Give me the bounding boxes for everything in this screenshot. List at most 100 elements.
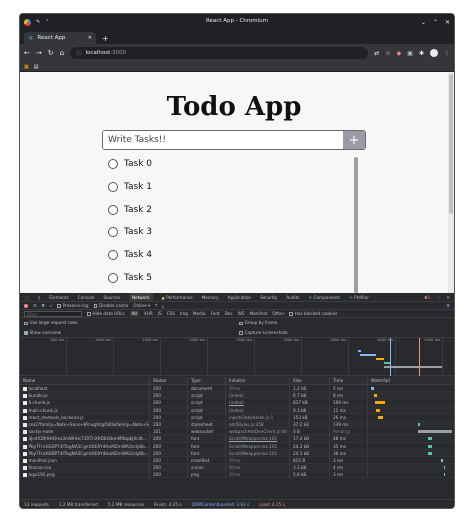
task-checkbox-icon[interactable] (108, 227, 118, 238)
table-row[interactable]: sockjs-node 101 websocket webpackHotDevClie… (20, 428, 454, 436)
new-tab-icon[interactable]: + (102, 34, 109, 43)
group-by-frame-checkbox[interactable]: Group by frame (239, 320, 454, 325)
filter-xhr[interactable]: XHR (144, 311, 153, 316)
capture-screenshots-checkbox[interactable]: Capture screenshots (239, 330, 454, 335)
device-toggle-icon[interactable]: ▯ (38, 295, 40, 300)
table-row[interactable]: PbyTFmXiEBPT4ITbgNA5CgmOtE9YdHuMZmWAOcdy… (20, 442, 454, 450)
tab-react-app[interactable]: ⚛ React App ✕ (24, 32, 96, 44)
col-name[interactable]: Name (20, 377, 150, 384)
network-overview[interactable]: 500 ms 1000 ms 1500 ms 2000 ms 2500 ms 3… (20, 338, 454, 376)
tab-components[interactable]: ⚛ Components (308, 295, 340, 300)
translate-icon[interactable]: ⇄ (374, 50, 379, 57)
col-size[interactable]: Size (290, 377, 330, 384)
profile-avatar[interactable] (430, 49, 438, 57)
tab-close-icon[interactable]: ✕ (88, 35, 92, 41)
filter-other[interactable]: Other (272, 311, 284, 316)
page-scroll-thumb[interactable] (449, 74, 453, 214)
tab-audits[interactable]: Audits (286, 295, 299, 300)
large-rows-checkbox[interactable]: Use large request rows (24, 320, 239, 325)
task-checkbox-icon[interactable] (108, 182, 118, 193)
tab-profiler[interactable]: ⚛ Profiler (349, 295, 369, 300)
tab-security[interactable]: Security (260, 295, 277, 300)
col-type[interactable]: Type (188, 377, 226, 384)
tab-network[interactable]: Network (129, 292, 153, 302)
table-row[interactable]: react_devtools_backend.js 200 script inject… (20, 413, 454, 421)
bookmark-star-icon[interactable]: ☆ (385, 50, 390, 57)
tab-application[interactable]: Application (228, 295, 251, 300)
home-icon[interactable]: ⌂ (60, 49, 64, 57)
show-overview-checkbox[interactable]: Show overview (24, 330, 239, 335)
forward-icon[interactable]: → (36, 49, 42, 57)
table-row[interactable]: localhost 200 document Other 1.2 kB 5 ms (20, 385, 454, 393)
clear-icon[interactable]: ⊘ (33, 303, 37, 308)
filter-ws[interactable]: WS (238, 311, 245, 316)
tab-memory[interactable]: Memory (202, 295, 219, 300)
filter-manifest[interactable]: Manifest (250, 311, 268, 316)
filter-js[interactable]: JS (158, 311, 162, 316)
row-initiator[interactable]: webpackHotDevClient.js:60 (226, 428, 290, 435)
filter-doc[interactable]: Doc (225, 311, 233, 316)
row-initiator[interactable]: injectGlobalHook.js:1 (226, 413, 290, 420)
filter-css[interactable]: CSS (167, 311, 175, 316)
add-task-button[interactable]: + (343, 131, 365, 149)
row-initiator[interactable]: (index) (226, 406, 290, 413)
tab-sources[interactable]: Sources (103, 295, 120, 300)
task-checkbox-icon[interactable] (108, 272, 118, 283)
blocked-cookies-checkbox[interactable]: Has blocked cookies (289, 311, 337, 316)
site-info-icon[interactable]: ⓘ (76, 49, 82, 57)
row-initiator[interactable]: (index) (226, 399, 290, 406)
table-row[interactable]: bundle.js 200 script (index) 6.7 kB 8 ms (20, 392, 454, 400)
table-row[interactable]: favicon.ico 200 x-icon Other 3.3 kB 4 ms (20, 464, 454, 472)
preserve-log-checkbox[interactable]: Preserve log (57, 303, 89, 308)
filter-input[interactable]: Filter (24, 310, 82, 317)
col-initiator[interactable]: Initiator (226, 377, 290, 384)
page-scrollbar[interactable] (448, 72, 454, 293)
hide-data-urls-checkbox[interactable]: Hide data URLs (87, 311, 125, 316)
filter-font[interactable]: Font (211, 311, 220, 316)
apps-grid-icon[interactable]: ▦ (24, 64, 29, 70)
row-initiator[interactable]: Scroll/Weapper.tsx:101 (226, 435, 290, 442)
reload-icon[interactable]: ↻ (48, 49, 54, 57)
extension-2-icon[interactable]: ▣ (407, 50, 413, 57)
col-waterfall[interactable]: Waterfall (368, 377, 454, 384)
list-item[interactable]: Task 4 (102, 244, 358, 267)
task-checkbox-icon[interactable] (108, 204, 118, 215)
task-list-scrollbar[interactable] (353, 153, 359, 293)
task-checkbox-icon[interactable] (108, 159, 118, 170)
bookmark-folder-icon[interactable]: ▤ (34, 64, 39, 70)
table-row[interactable]: main.chunk.js 200 script (index) 9.3 kB 11 ms (20, 406, 454, 414)
row-initiator[interactable]: Scroll/Weapper.tsx:101 (226, 442, 290, 449)
list-item[interactable]: Task 1 (102, 176, 358, 199)
extensions-puzzle-icon[interactable]: ✱ (419, 50, 424, 57)
menu-kebab-icon[interactable]: ⋮ (444, 50, 450, 57)
table-row[interactable]: PbyTFmXiEBPT4ITbgNA5CgmOtE9YdHuMZmWAOcdy… (20, 449, 454, 457)
tab-elements[interactable]: Elements (49, 295, 69, 300)
list-item[interactable]: Task 2 (102, 198, 358, 221)
address-bar[interactable]: ⓘ localhost:3000 (70, 47, 369, 59)
export-icon[interactable]: ⤓ (162, 303, 164, 308)
col-time[interactable]: Time (330, 377, 368, 384)
filter-img[interactable]: Img (180, 311, 188, 316)
table-row[interactable]: logo192.png 200 png Other 5.6 kB 3 ms (20, 471, 454, 479)
task-list-scroll-thumb[interactable] (354, 157, 358, 293)
disable-cache-checkbox[interactable]: Disable cache (93, 303, 128, 308)
inspect-icon[interactable]: ⬚ (25, 295, 29, 300)
list-item[interactable]: Task 5 (102, 266, 358, 289)
throttle-select[interactable]: Online ▾ (133, 303, 150, 308)
row-initiator[interactable]: addStyles.js:358 (226, 420, 290, 428)
row-initiator[interactable]: (index) (226, 392, 290, 399)
devtools-close-icon[interactable]: ✕ (446, 295, 450, 300)
filter-all[interactable]: All (129, 311, 139, 316)
filter-icon[interactable]: ▼ (42, 303, 45, 308)
table-row[interactable]: 0.chunk.js 200 script (index) 837 kB 166 ms (20, 399, 454, 407)
task-checkbox-icon[interactable] (108, 250, 118, 261)
col-status[interactable]: Status (150, 377, 188, 384)
record-icon[interactable] (24, 303, 28, 308)
import-icon[interactable]: ⤒ (155, 303, 157, 308)
extension-icon[interactable]: ◆ (397, 50, 402, 57)
table-row[interactable]: 3Jn4XDfr8HQmz3mWhHcTZXTnXRDEtXbmMXbpbJXc… (20, 435, 454, 443)
table-row[interactable]: css2?family=Noto+Sans+KR:wght@500&family… (20, 420, 454, 429)
devtools-settings-icon[interactable]: ⋮ (436, 295, 440, 300)
table-row[interactable]: manifest.json 200 manifest Other 815 B3 ms (20, 456, 454, 465)
row-initiator[interactable]: Scroll/Weapper.tsx:101 (226, 449, 290, 456)
